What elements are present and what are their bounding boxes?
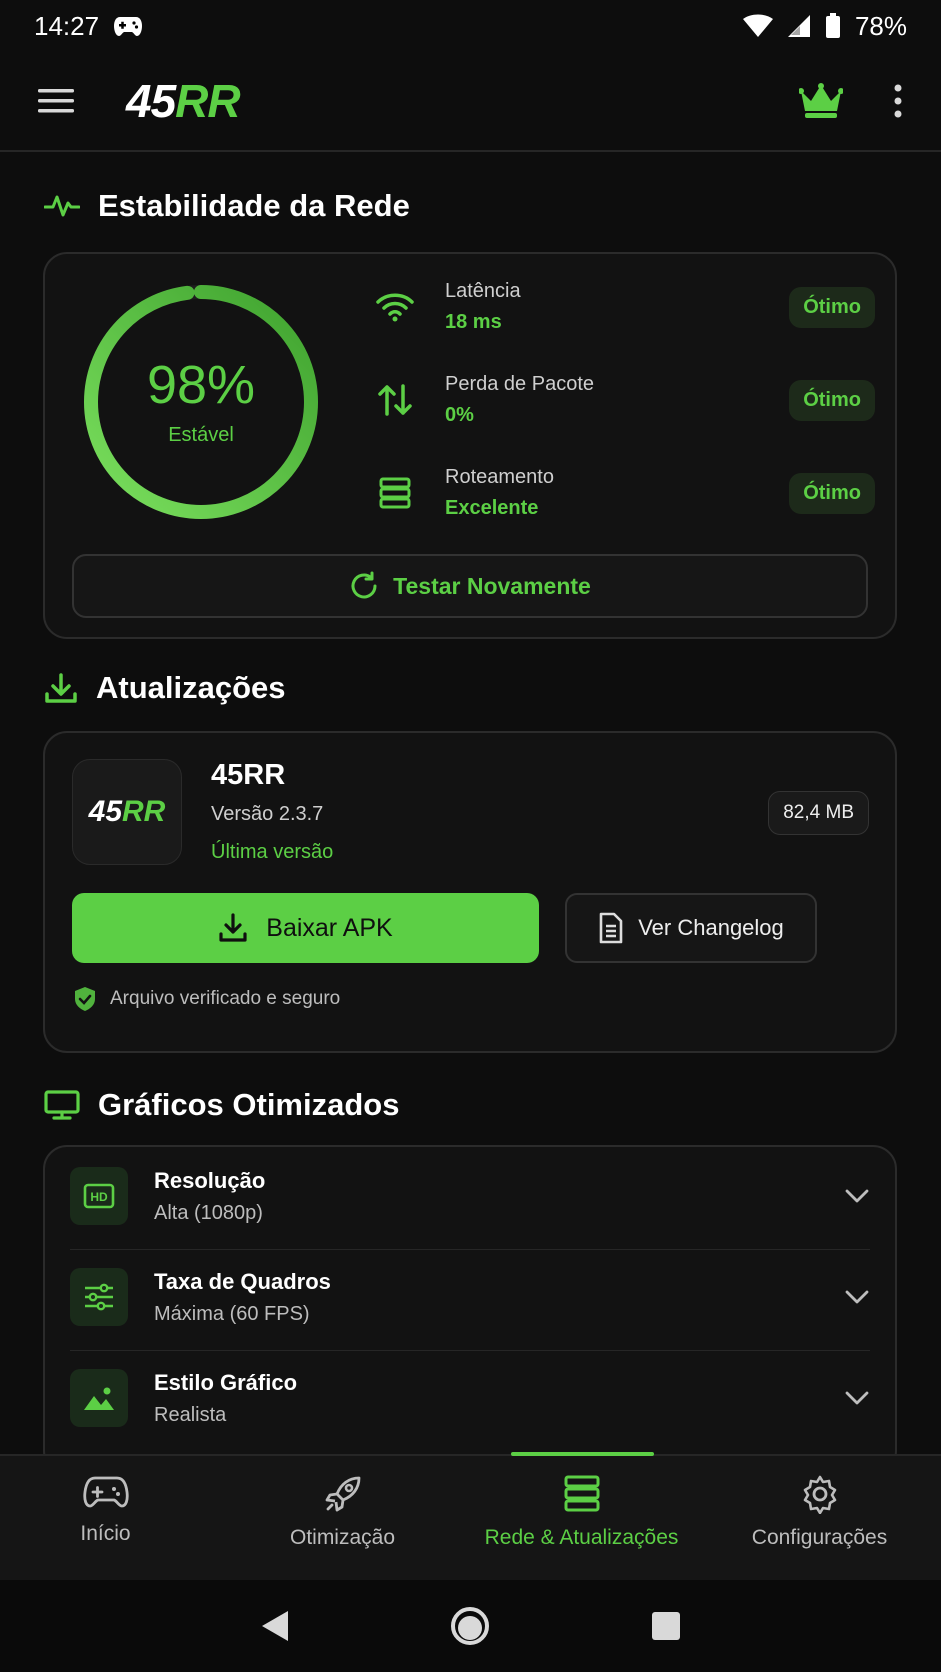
metric-value: Excelente <box>445 497 539 519</box>
nav-label: Configurações <box>751 1526 888 1549</box>
updates-section-title: Atualizações <box>44 670 286 706</box>
changelog-label: Ver Changelog <box>638 915 784 940</box>
gear-icon <box>800 1474 840 1514</box>
graphics-item-resolution[interactable]: HD Resolução Alta (1080p) <box>70 1149 870 1243</box>
status-bar: 14:27 78% <box>0 0 941 52</box>
network-section-title: Estabilidade da Rede <box>44 188 410 224</box>
chevron-down-icon[interactable] <box>844 1390 870 1406</box>
metric-routing: Roteamento Excelente Ótimo <box>370 458 875 528</box>
metric-latency: Latência 18 ms Ótimo <box>370 272 875 342</box>
network-card: 98% Estável Latência 18 ms Ótimo Perda d… <box>43 252 897 639</box>
nav-label: Otimização <box>289 1526 396 1549</box>
changelog-button[interactable]: Ver Changelog <box>565 893 817 963</box>
metric-value: 0% <box>445 404 474 426</box>
nav-label: Início <box>80 1522 131 1545</box>
file-size-badge: 82,4 MB <box>768 791 869 835</box>
graphics-item-title: Taxa de Quadros <box>154 1268 331 1294</box>
bottom-nav: Início Otimização Rede & Atualizações Co… <box>0 1452 941 1580</box>
graphics-item-value: Máxima (60 FPS) <box>154 1302 310 1325</box>
download-label: Baixar APK <box>266 913 393 942</box>
nav-item-rede-atualizacoes[interactable]: Rede & Atualizações <box>464 1474 699 1550</box>
sliders-icon <box>70 1268 128 1326</box>
graphics-item-title: Estilo Gráfico <box>154 1369 298 1395</box>
retest-label: Testar Novamente <box>393 572 591 599</box>
gamepad-status-icon <box>113 15 143 37</box>
server-icon <box>562 1474 602 1514</box>
stability-label: Estável <box>168 423 234 446</box>
status-badge: Ótimo <box>789 379 875 421</box>
svg-text:HD: HD <box>90 1190 108 1204</box>
signal-status-icon <box>787 14 811 38</box>
nav-label: Rede & Atualizações <box>484 1526 679 1549</box>
graphics-card: HD Resolução Alta (1080p) Taxa de Quadro… <box>43 1145 897 1475</box>
metric-value: 18 ms <box>445 311 502 333</box>
verified-note: Arquivo verificado e seguro <box>72 985 340 1013</box>
graphics-item-value: Alta (1080p) <box>154 1201 263 1224</box>
metric-label: Roteamento <box>445 466 554 488</box>
nav-item-inicio[interactable]: Início <box>0 1474 223 1546</box>
latest-version-label: Última versão <box>211 841 334 863</box>
metric-packet-loss: Perda de Pacote 0% Ótimo <box>370 365 875 435</box>
app-name: 45RR <box>211 759 286 791</box>
download-apk-button[interactable]: Baixar APK <box>72 893 539 963</box>
arrows-up-down-icon <box>370 383 420 417</box>
crown-icon[interactable] <box>799 83 843 119</box>
server-icon <box>370 476 420 510</box>
recents-icon[interactable] <box>651 1611 681 1641</box>
menu-icon[interactable] <box>38 87 74 115</box>
retest-button[interactable]: Testar Novamente <box>72 554 868 618</box>
chevron-down-icon[interactable] <box>844 1289 870 1305</box>
graphics-item-value: Realista <box>154 1403 227 1426</box>
shield-check-icon <box>72 985 98 1013</box>
hd-icon: HD <box>70 1167 128 1225</box>
download-icon <box>218 913 248 943</box>
stability-percent: 98% <box>146 354 256 415</box>
wifi-icon <box>370 291 420 323</box>
nav-item-otimizacao[interactable]: Otimização <box>225 1474 460 1550</box>
chevron-down-icon[interactable] <box>844 1188 870 1204</box>
graphics-item-style[interactable]: Estilo Gráfico Realista <box>70 1351 870 1445</box>
battery-percent: 78% <box>854 10 907 41</box>
active-tab-indicator <box>511 1452 654 1456</box>
status-badge: Ótimo <box>789 286 875 328</box>
gamepad-icon <box>82 1474 129 1510</box>
back-icon[interactable] <box>260 1609 290 1643</box>
download-icon <box>44 672 78 704</box>
app-logo: 45RR <box>126 75 241 127</box>
app-icon: 45 RR <box>72 759 182 865</box>
nav-item-configuracoes[interactable]: Configurações <box>702 1474 937 1550</box>
refresh-icon <box>349 571 379 601</box>
graphics-section-title: Gráficos Otimizados <box>44 1087 399 1123</box>
monitor-icon <box>44 1089 80 1121</box>
graphics-item-frame-rate[interactable]: Taxa de Quadros Máxima (60 FPS) <box>70 1250 870 1344</box>
document-icon <box>598 912 624 944</box>
metric-label: Latência <box>445 280 521 302</box>
app-bar: 45RR <box>0 52 941 152</box>
verified-label: Arquivo verificado e seguro <box>110 988 341 1009</box>
more-options-icon[interactable] <box>893 84 903 118</box>
graphics-item-title: Resolução <box>154 1167 266 1193</box>
home-icon[interactable] <box>450 1606 490 1646</box>
battery-status-icon <box>825 13 841 39</box>
wifi-status-icon <box>742 14 773 38</box>
status-badge: Ótimo <box>789 472 875 514</box>
pulse-icon <box>44 192 80 220</box>
updates-card: 45 RR 45RR Versão 2.3.7 Última versão 82,… <box>43 731 897 1053</box>
app-version: Versão 2.3.7 <box>211 803 324 825</box>
stability-gauge: 98% Estável <box>81 282 321 522</box>
metric-label: Perda de Pacote <box>445 373 594 395</box>
rocket-icon <box>323 1474 363 1514</box>
system-nav-bar <box>0 1580 941 1672</box>
status-time: 14:27 <box>34 10 100 41</box>
image-icon <box>70 1369 128 1427</box>
